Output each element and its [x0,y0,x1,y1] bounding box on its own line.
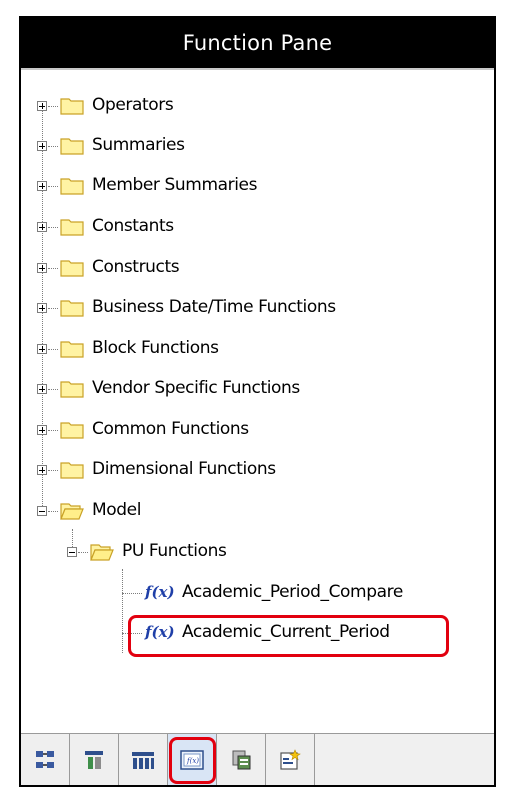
query-items-icon [232,750,251,769]
new-item-icon [280,748,301,770]
folder-icon [60,138,84,155]
table-hierarchy-button[interactable] [70,734,119,785]
columns-icon [132,751,154,769]
tree-function-label: Academic_Period_Compare [182,582,403,602]
tree-structure-button[interactable] [21,734,70,785]
tree-folder-block-functions[interactable]: Block Functions [21,331,481,367]
expand-icon[interactable] [37,303,47,313]
tree-folder-label: Business Date/Time Functions [92,297,336,317]
function-tree[interactable]: Operators Summaries Member Summaries Con… [21,68,494,739]
toolbar-highlight-outline [169,737,216,784]
folder-icon [60,462,84,479]
folder-icon [60,422,84,439]
tree-folder-label: Member Summaries [92,175,258,195]
pane-toolbar: f(x) [21,733,494,785]
new-item-button[interactable] [266,734,315,785]
folder-icon [60,341,84,358]
tree-folder-constants[interactable]: Constants [21,209,481,245]
tree-folder-operators[interactable]: Operators [21,88,481,124]
function-pane: Function Pane Operators Summaries Member… [19,16,496,787]
tree-folder-label: Operators [92,95,174,115]
tree-folder-dimensional-functions[interactable]: Dimensional Functions [21,452,481,488]
expand-icon[interactable] [37,425,47,435]
collapse-icon[interactable] [67,547,77,557]
folder-icon [60,300,84,317]
folder-icon [60,219,84,236]
expand-icon[interactable] [37,181,47,191]
expand-icon[interactable] [37,384,47,394]
open-folder-icon [90,544,114,561]
pane-title: Function Pane [21,18,494,68]
folder-icon [60,381,84,398]
tree-folder-business-date-time-functions[interactable]: Business Date/Time Functions [21,290,481,326]
expand-icon[interactable] [37,465,47,475]
highlight-outline [128,615,449,657]
function-fx-icon: f(x) [145,583,175,601]
tree-folder-model[interactable]: Model [21,493,481,529]
expand-icon[interactable] [37,141,47,151]
query-items-button[interactable] [217,734,266,785]
tree-folder-label: Vendor Specific Functions [92,378,300,398]
folder-icon [60,98,84,115]
tree-folder-summaries[interactable]: Summaries [21,128,481,164]
tree-folder-label: Block Functions [92,338,219,358]
table-hierarchy-icon [85,750,103,769]
tree-folder-label: Common Functions [92,419,249,439]
tree-folder-common-functions[interactable]: Common Functions [21,412,481,448]
columns-button[interactable] [119,734,168,785]
tree-structure-icon [36,750,54,768]
tree-folder-label: Constructs [92,257,180,277]
tree-function-academic-period-compare[interactable]: f(x) Academic_Period_Compare [21,575,481,611]
tree-folder-member-summaries[interactable]: Member Summaries [21,168,481,204]
tree-folder-vendor-specific-functions[interactable]: Vendor Specific Functions [21,371,481,407]
expand-icon[interactable] [37,263,47,273]
tree-folder-label: Summaries [92,135,185,155]
expand-icon[interactable] [37,101,47,111]
expand-icon[interactable] [37,344,47,354]
tree-folder-pu-functions[interactable]: PU Functions [21,534,481,570]
tree-folder-label: Constants [92,216,174,236]
tree-folder-label: Dimensional Functions [92,459,276,479]
tree-folder-label: PU Functions [122,541,227,561]
folder-icon [60,178,84,195]
tree-folder-constructs[interactable]: Constructs [21,250,481,286]
expand-icon[interactable] [37,222,47,232]
folder-icon [60,260,84,277]
open-folder-icon [60,503,84,520]
tree-folder-label: Model [92,500,142,520]
collapse-icon[interactable] [37,506,47,516]
